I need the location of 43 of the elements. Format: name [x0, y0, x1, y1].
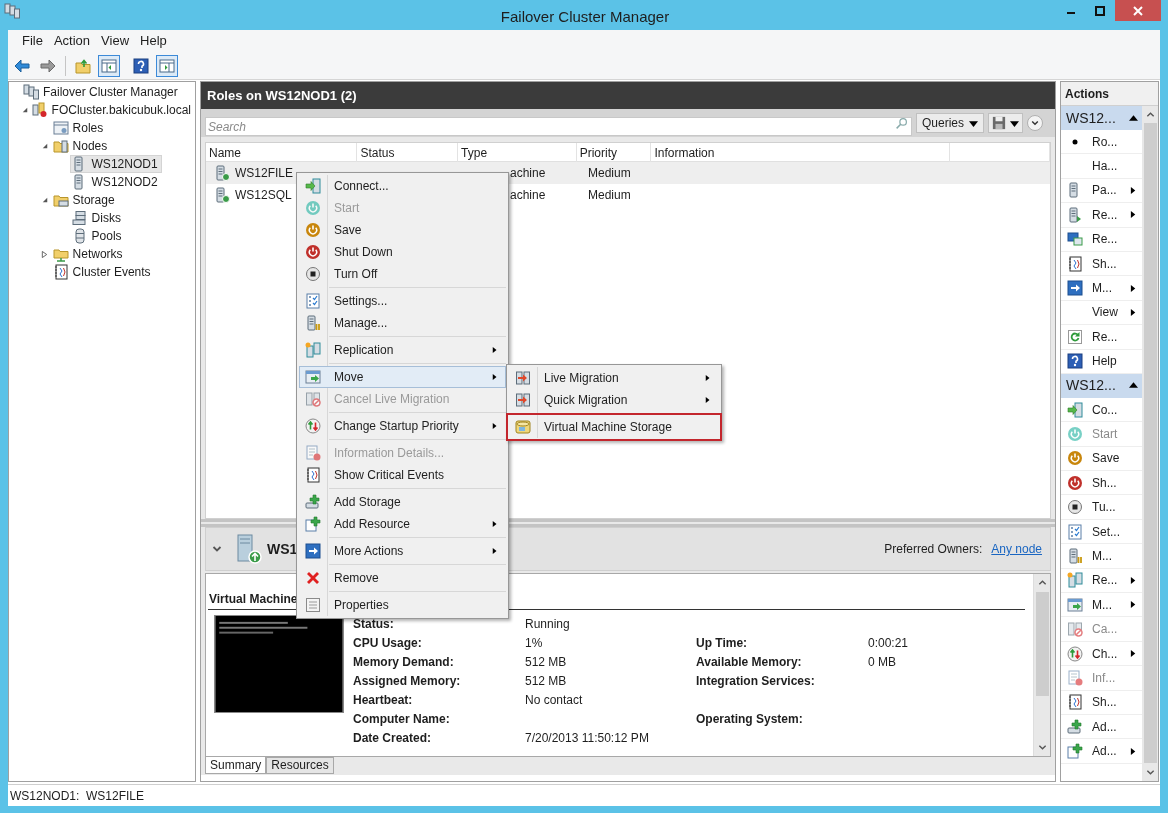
field-value: 0 MB — [868, 653, 897, 671]
window-title: Failover Cluster Manager — [499, 7, 671, 27]
pane-title: Actions — [1065, 85, 1109, 103]
status-text: WS12NOD1: WS12FILE — [10, 787, 145, 805]
field-label: Up Time: — [696, 634, 749, 652]
field-label: Memory Demand: — [353, 653, 455, 671]
section-heading: Virtual Machine — [208, 592, 298, 607]
field-label: Assigned Memory: — [353, 672, 462, 690]
field-label: Computer Name: — [353, 710, 451, 728]
tree-label: Failover Cluster Manager — [43, 84, 178, 101]
tree-label: WS12NOD2 — [91, 174, 158, 191]
tree-label: FOCluster.bakicubuk.local — [51, 102, 191, 119]
field-value: Running — [525, 615, 571, 633]
tree-label: WS12NOD1 — [91, 156, 158, 173]
field-label: Integration Services: — [696, 672, 816, 690]
field-value: 0:00:21 — [868, 634, 910, 652]
preferred-owners-label: Preferred Owners: — [884, 541, 983, 558]
field-label: Date Created: — [353, 729, 433, 747]
tree-label: Storage — [72, 192, 115, 209]
tree-label: Networks — [72, 246, 123, 263]
field-label: CPU Usage: — [353, 634, 423, 652]
field-value: No contact — [525, 691, 584, 709]
table-cell: achine — [510, 166, 546, 180]
tree-label: Disks — [91, 210, 121, 227]
field-label: Operating System: — [696, 710, 804, 728]
table-cell: achine — [510, 188, 546, 202]
tree-label: Nodes — [72, 138, 108, 155]
field-label: Available Memory: — [696, 653, 803, 671]
field-value: 1% — [525, 634, 544, 652]
pane-title: Roles on WS12NOD1 (2) — [207, 86, 357, 105]
tree-label: Roles — [72, 120, 104, 137]
table-cell-text: WS12FILE — [235, 165, 294, 182]
tree-label: Cluster Events — [72, 264, 151, 281]
table-cell: Medium — [588, 166, 631, 180]
field-label: Heartbeat: — [353, 691, 414, 709]
tree-label: Pools — [91, 228, 122, 245]
table-cell: Medium — [588, 188, 631, 202]
table-cell-text: WS12SQL — [235, 187, 292, 204]
field-value: 512 MB — [525, 653, 568, 671]
field-label: Status: — [353, 615, 395, 633]
field-value: 7/20/2013 11:50:12 PM — [525, 729, 650, 747]
role-name: WS1 — [267, 539, 298, 559]
field-value: 512 MB — [525, 672, 568, 690]
